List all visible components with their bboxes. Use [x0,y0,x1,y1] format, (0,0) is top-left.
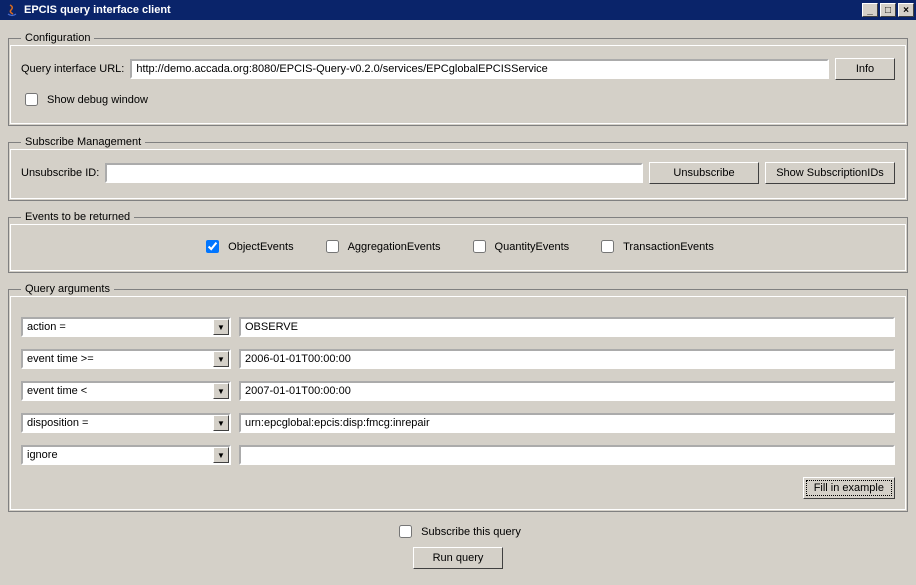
subscribe-legend: Subscribe Management [21,136,145,148]
aggregation-events-container[interactable]: AggregationEvents [322,237,441,256]
arg-param-selected: ignore [27,449,213,461]
query-args-legend: Query arguments [21,283,114,295]
transaction-events-container[interactable]: TransactionEvents [597,237,714,256]
unsubscribe-label: Unsubscribe ID: [21,167,99,179]
arg-param-selected: event time < [27,385,213,397]
chevron-down-icon: ▼ [213,351,229,367]
arg-param-selected: action = [27,321,213,333]
chevron-down-icon: ▼ [213,447,229,463]
unsubscribe-button[interactable]: Unsubscribe [649,162,759,184]
arg-value-input[interactable] [239,413,895,433]
content-area: Configuration Query interface URL: Info … [0,20,916,581]
quantity-events-container[interactable]: QuantityEvents [469,237,570,256]
titlebar: EPCIS query interface client _ □ × [0,0,916,20]
subscribe-group: Subscribe Management Unsubscribe ID: Uns… [8,136,908,201]
object-events-container[interactable]: ObjectEvents [202,237,293,256]
arg-row: event time >= ▼ [21,349,895,369]
quantity-events-checkbox[interactable] [473,240,486,253]
debug-checkbox-container[interactable]: Show debug window [21,90,148,109]
fill-example-button[interactable]: Fill in example [803,477,895,499]
subscribe-query-container[interactable]: Subscribe this query [395,522,521,541]
arg-value-input[interactable] [239,445,895,465]
window-title: EPCIS query interface client [24,4,860,16]
unsubscribe-input[interactable] [105,163,643,183]
maximize-button[interactable]: □ [880,3,896,17]
arg-param-selected: event time >= [27,353,213,365]
chevron-down-icon: ▼ [213,415,229,431]
close-button[interactable]: × [898,3,914,17]
url-label: Query interface URL: [21,63,124,75]
arg-param-select[interactable]: action = ▼ [21,317,231,337]
arg-row: event time < ▼ [21,381,895,401]
object-events-label: ObjectEvents [228,241,293,253]
java-icon [4,2,20,18]
aggregation-events-checkbox[interactable] [326,240,339,253]
debug-checkbox[interactable] [25,93,38,106]
debug-checkbox-label: Show debug window [47,94,148,106]
object-events-checkbox[interactable] [206,240,219,253]
chevron-down-icon: ▼ [213,383,229,399]
transaction-events-checkbox[interactable] [601,240,614,253]
run-query-button[interactable]: Run query [413,547,503,569]
show-subscription-ids-button[interactable]: Show SubscriptionIDs [765,162,895,184]
arg-row: disposition = ▼ [21,413,895,433]
transaction-events-label: TransactionEvents [623,241,714,253]
arg-param-select[interactable]: ignore ▼ [21,445,231,465]
arg-value-input[interactable] [239,317,895,337]
arg-param-selected: disposition = [27,417,213,429]
configuration-group: Configuration Query interface URL: Info … [8,32,908,126]
chevron-down-icon: ▼ [213,319,229,335]
configuration-legend: Configuration [21,32,94,44]
aggregation-events-label: AggregationEvents [348,241,441,253]
url-input[interactable] [130,59,829,79]
events-legend: Events to be returned [21,211,134,223]
arg-param-select[interactable]: disposition = ▼ [21,413,231,433]
query-args-group: Query arguments action = ▼ event time >=… [8,283,908,512]
arg-value-input[interactable] [239,349,895,369]
quantity-events-label: QuantityEvents [495,241,570,253]
events-group: Events to be returned ObjectEvents Aggre… [8,211,908,273]
info-button[interactable]: Info [835,58,895,80]
arg-row: action = ▼ [21,317,895,337]
arg-row: ignore ▼ [21,445,895,465]
arg-param-select[interactable]: event time < ▼ [21,381,231,401]
arg-value-input[interactable] [239,381,895,401]
minimize-button[interactable]: _ [862,3,878,17]
arg-param-select[interactable]: event time >= ▼ [21,349,231,369]
subscribe-query-label: Subscribe this query [421,526,521,538]
subscribe-query-checkbox[interactable] [399,525,412,538]
